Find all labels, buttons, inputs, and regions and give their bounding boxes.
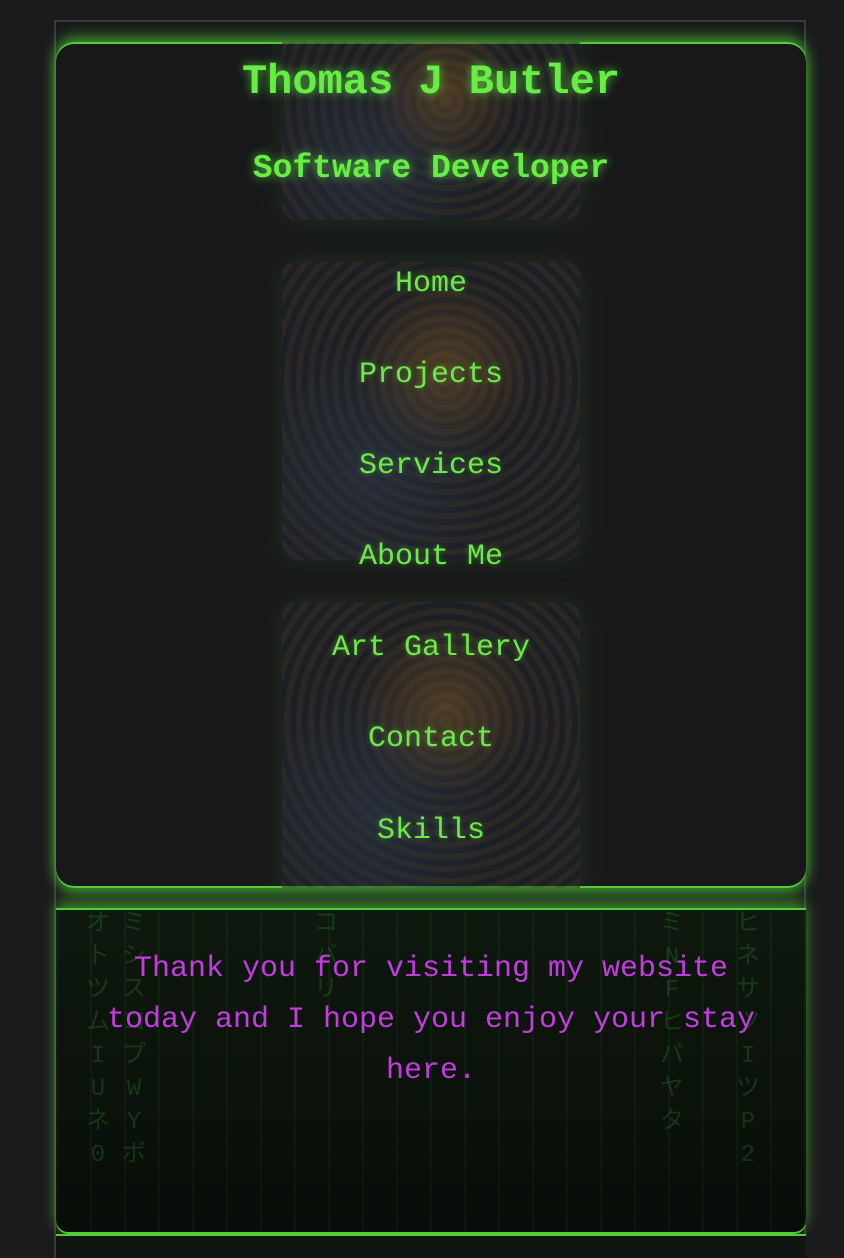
nav-projects-link[interactable]: Projects: [56, 358, 806, 392]
site-subtitle: Software Developer: [252, 150, 610, 187]
nav-about-link[interactable]: About Me: [56, 540, 806, 574]
nav-art-gallery-link[interactable]: Art Gallery: [56, 631, 806, 665]
welcome-section: オトツムIUネ0 ミシスコプWYボ コバリ ミNFヒパヤタ ヒネサツIツP2 T…: [56, 908, 806, 1234]
welcome-message: Thank you for visiting my website today …: [106, 952, 756, 1088]
nav-art-image: [282, 262, 580, 560]
nav-services-link[interactable]: Services: [56, 449, 806, 483]
nav-home-link[interactable]: Home: [56, 267, 806, 301]
site-header: Thomas J Butler Software Developer Home …: [56, 42, 806, 888]
site-title: Thomas J Butler: [241, 58, 621, 106]
nav-contact-link[interactable]: Contact: [56, 722, 806, 756]
page-bottom-strip: [56, 1234, 806, 1258]
nav-skills-link[interactable]: Skills: [56, 814, 806, 848]
